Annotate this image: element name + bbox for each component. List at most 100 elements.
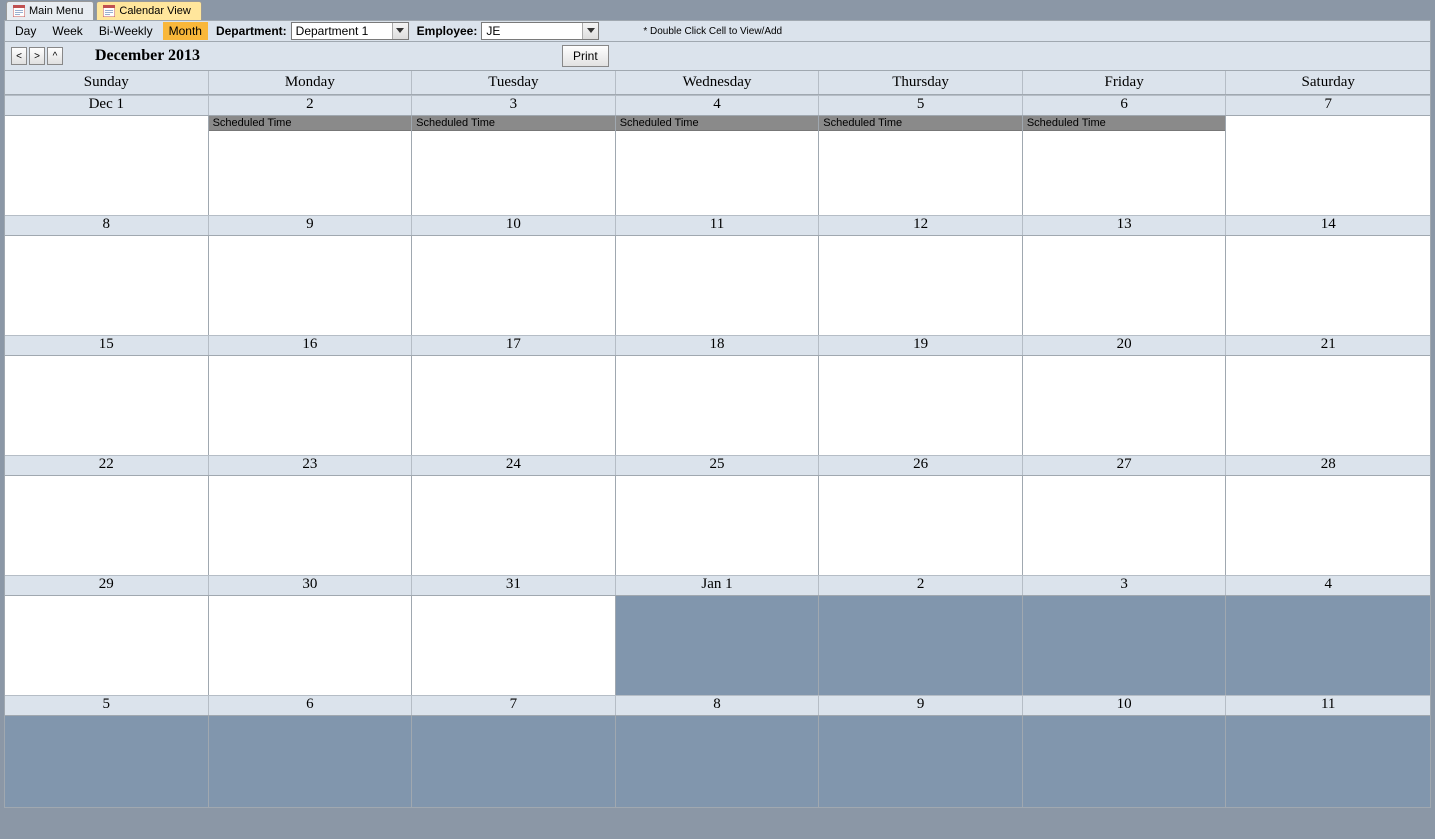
date-number: 4 bbox=[1226, 575, 1430, 595]
date-number: 11 bbox=[1226, 695, 1430, 715]
employee-value: JE bbox=[482, 24, 582, 38]
print-button[interactable]: Print bbox=[562, 45, 609, 67]
calendar-cell[interactable] bbox=[819, 715, 1023, 807]
calendar-cell[interactable] bbox=[5, 235, 209, 335]
calendar-cell[interactable] bbox=[209, 715, 413, 807]
scheduled-event[interactable]: Scheduled Time bbox=[819, 116, 1022, 131]
tab-label: Calendar View bbox=[119, 5, 190, 17]
calendar-cell[interactable] bbox=[1226, 115, 1430, 215]
date-number: 7 bbox=[1226, 95, 1430, 115]
date-number: 5 bbox=[5, 695, 209, 715]
scheduled-event[interactable]: Scheduled Time bbox=[616, 116, 819, 131]
day-header: Saturday bbox=[1226, 71, 1430, 94]
calendar-cell[interactable] bbox=[5, 475, 209, 575]
view-month[interactable]: Month bbox=[163, 22, 208, 40]
department-label: Department: bbox=[216, 24, 287, 38]
form-icon bbox=[103, 5, 115, 17]
date-number: 8 bbox=[616, 695, 820, 715]
calendar-cell[interactable] bbox=[209, 355, 413, 455]
date-number: Jan 1 bbox=[616, 575, 820, 595]
date-number: 25 bbox=[616, 455, 820, 475]
calendar-cell[interactable] bbox=[412, 235, 616, 335]
date-number: 6 bbox=[209, 695, 413, 715]
week-row bbox=[5, 475, 1430, 575]
date-number: 2 bbox=[819, 575, 1023, 595]
view-biweekly[interactable]: Bi-Weekly bbox=[93, 22, 159, 40]
day-header: Friday bbox=[1023, 71, 1227, 94]
calendar-cell[interactable] bbox=[1226, 355, 1430, 455]
calendar-cell[interactable] bbox=[5, 595, 209, 695]
today-button[interactable]: ^ bbox=[47, 47, 63, 65]
calendar-cell[interactable] bbox=[412, 715, 616, 807]
calendar-cell[interactable] bbox=[209, 235, 413, 335]
department-dropdown[interactable]: Department 1 bbox=[291, 22, 409, 40]
calendar-cell[interactable] bbox=[1023, 475, 1227, 575]
scheduled-event[interactable]: Scheduled Time bbox=[1023, 116, 1226, 131]
calendar-cell[interactable] bbox=[209, 595, 413, 695]
calendar-cell[interactable]: Scheduled Time bbox=[412, 115, 616, 215]
date-number: 20 bbox=[1023, 335, 1227, 355]
calendar-cell[interactable] bbox=[616, 475, 820, 575]
next-month-button[interactable]: > bbox=[29, 47, 45, 65]
employee-dropdown[interactable]: JE bbox=[481, 22, 599, 40]
employee-label: Employee: bbox=[417, 24, 478, 38]
date-number: 31 bbox=[412, 575, 616, 595]
date-number: 13 bbox=[1023, 215, 1227, 235]
tab-main-menu[interactable]: Main Menu bbox=[6, 1, 94, 20]
calendar-cell[interactable] bbox=[412, 475, 616, 575]
view-week[interactable]: Week bbox=[46, 22, 88, 40]
calendar-cell[interactable] bbox=[819, 475, 1023, 575]
date-number: 10 bbox=[1023, 695, 1227, 715]
calendar-cell[interactable] bbox=[1023, 355, 1227, 455]
calendar-cell[interactable] bbox=[1226, 595, 1430, 695]
calendar-cell[interactable] bbox=[819, 235, 1023, 335]
tab-calendar-view[interactable]: Calendar View bbox=[96, 1, 201, 20]
calendar-cell[interactable] bbox=[616, 355, 820, 455]
date-number: 10 bbox=[412, 215, 616, 235]
calendar-cell[interactable] bbox=[412, 595, 616, 695]
calendar-cell[interactable] bbox=[1023, 595, 1227, 695]
calendar-cell[interactable] bbox=[1226, 475, 1430, 575]
calendar-cell[interactable] bbox=[1226, 715, 1430, 807]
calendar-cell[interactable] bbox=[1023, 715, 1227, 807]
calendar-cell[interactable] bbox=[616, 235, 820, 335]
date-strip: 293031Jan 1234 bbox=[5, 575, 1430, 595]
view-day[interactable]: Day bbox=[9, 22, 42, 40]
calendar-cell[interactable] bbox=[616, 715, 820, 807]
calendar-cell[interactable]: Scheduled Time bbox=[209, 115, 413, 215]
tab-bar: Main Menu Calendar View bbox=[0, 0, 1435, 20]
chevron-down-icon[interactable] bbox=[582, 23, 598, 39]
calendar-cell[interactable] bbox=[616, 595, 820, 695]
form-icon bbox=[13, 5, 25, 17]
calendar-cell[interactable] bbox=[412, 355, 616, 455]
calendar-cell[interactable] bbox=[5, 115, 209, 215]
date-strip: 891011121314 bbox=[5, 215, 1430, 235]
date-number: 17 bbox=[412, 335, 616, 355]
calendar-cell[interactable] bbox=[5, 355, 209, 455]
date-number: 9 bbox=[209, 215, 413, 235]
scheduled-event[interactable]: Scheduled Time bbox=[412, 116, 615, 131]
department-value: Department 1 bbox=[292, 24, 392, 38]
calendar-cell[interactable] bbox=[819, 595, 1023, 695]
calendar-cell[interactable]: Scheduled Time bbox=[616, 115, 820, 215]
calendar-cell[interactable]: Scheduled Time bbox=[1023, 115, 1227, 215]
week-row bbox=[5, 715, 1430, 807]
date-number: 26 bbox=[819, 455, 1023, 475]
date-number: 24 bbox=[412, 455, 616, 475]
calendar-cell[interactable] bbox=[209, 475, 413, 575]
scheduled-event[interactable]: Scheduled Time bbox=[209, 116, 412, 131]
calendar-cell[interactable] bbox=[5, 715, 209, 807]
date-number: 29 bbox=[5, 575, 209, 595]
calendar-cell[interactable] bbox=[1023, 235, 1227, 335]
date-number: 30 bbox=[209, 575, 413, 595]
date-strip: 15161718192021 bbox=[5, 335, 1430, 355]
prev-month-button[interactable]: < bbox=[11, 47, 27, 65]
calendar-cell[interactable] bbox=[819, 355, 1023, 455]
date-number: 5 bbox=[819, 95, 1023, 115]
calendar-grid: Dec 1234567Scheduled TimeScheduled TimeS… bbox=[4, 95, 1431, 808]
calendar-cell[interactable]: Scheduled Time bbox=[819, 115, 1023, 215]
calendar-cell[interactable] bbox=[1226, 235, 1430, 335]
date-number: 16 bbox=[209, 335, 413, 355]
chevron-down-icon[interactable] bbox=[392, 23, 408, 39]
date-number: 6 bbox=[1023, 95, 1227, 115]
